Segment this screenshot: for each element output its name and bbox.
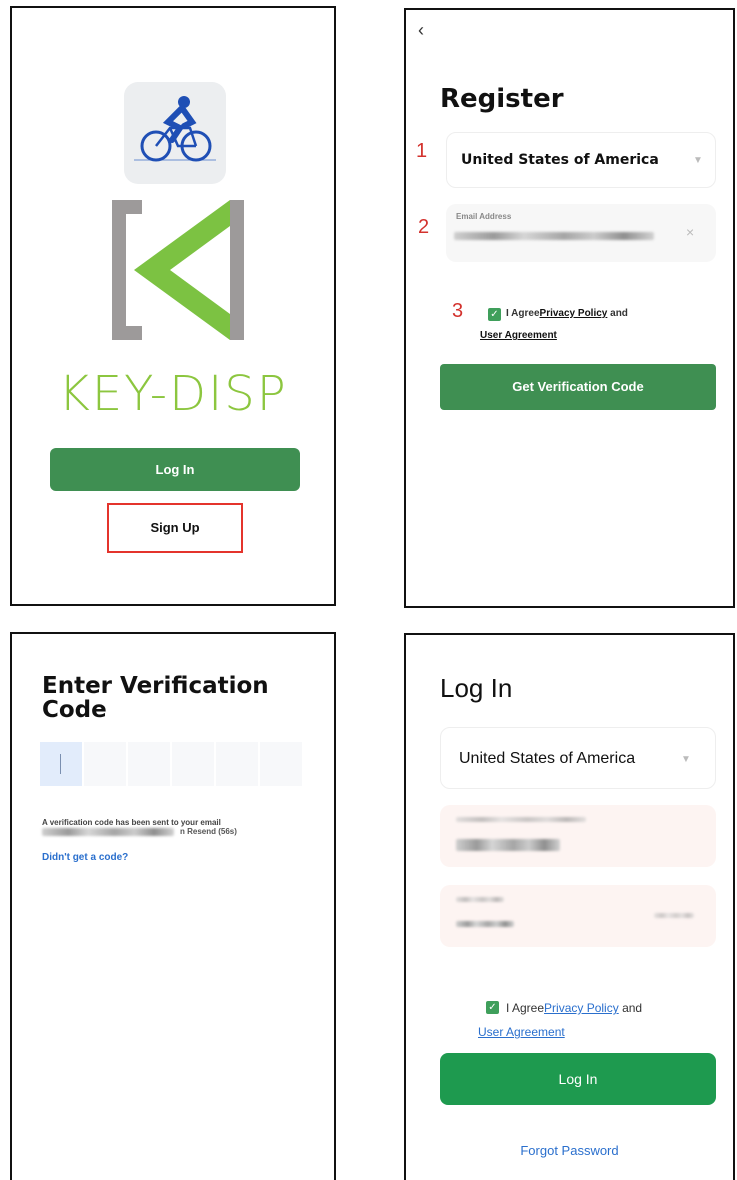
email-label: Email Address	[456, 212, 512, 221]
country-select[interactable]: United States of America ▼	[440, 727, 716, 789]
code-digit-box[interactable]	[40, 742, 82, 786]
cyclist-icon	[134, 96, 216, 162]
privacy-policy-link[interactable]: Privacy Policy	[544, 1001, 619, 1015]
step-number-3: 3	[452, 300, 464, 322]
email-field[interactable]: Email Address ×	[446, 204, 716, 262]
get-verification-code-button[interactable]: Get Verification Code	[440, 364, 716, 410]
page-title: Enter Verification Code	[42, 673, 269, 723]
country-value: United States of America	[461, 152, 659, 168]
back-chevron-icon[interactable]: ‹	[418, 20, 424, 41]
and-text: and	[610, 308, 628, 319]
and-text: and	[622, 1001, 643, 1015]
user-agreement-link[interactable]: User Agreement	[478, 1025, 565, 1039]
redacted-email	[42, 828, 174, 836]
dropdown-caret-icon: ▼	[693, 155, 703, 166]
forgot-password-link[interactable]: Forgot Password	[406, 1143, 733, 1158]
didnt-get-code-link[interactable]: Didn't get a code?	[42, 852, 128, 863]
verification-screen: Enter Verification Code A verification c…	[10, 632, 336, 1180]
password-field[interactable]	[440, 885, 716, 947]
code-digit-box[interactable]	[84, 742, 126, 786]
brand-logo-icon	[112, 196, 248, 344]
clear-icon[interactable]: ×	[686, 224, 694, 240]
login-button[interactable]: Log In	[50, 448, 300, 491]
step-number-1: 1	[416, 140, 428, 162]
privacy-policy-link[interactable]: Privacy Policy	[540, 308, 608, 319]
app-icon	[124, 82, 226, 184]
page-title: Log In	[440, 673, 513, 703]
login-screen: Log In United States of America ▼ ✓ I Ag…	[404, 633, 735, 1180]
code-digit-box[interactable]	[128, 742, 170, 786]
redacted-account	[456, 839, 560, 851]
register-screen: ‹ Register 1 United States of America ▼ …	[404, 8, 735, 608]
welcome-screen: KEY-DISP Log In Sign Up	[10, 6, 336, 606]
login-button[interactable]: Log In	[440, 1053, 716, 1105]
sign-up-button[interactable]: Sign Up	[107, 503, 243, 553]
code-digit-box[interactable]	[260, 742, 302, 786]
step-number-2: 2	[418, 216, 430, 238]
redacted-password	[456, 921, 514, 927]
code-input[interactable]	[40, 742, 304, 786]
country-select[interactable]: United States of America ▼	[446, 132, 716, 188]
user-agreement-link[interactable]: User Agreement	[480, 330, 557, 341]
code-digit-box[interactable]	[172, 742, 214, 786]
dropdown-caret-icon: ▼	[681, 754, 691, 765]
agree-checkbox[interactable]: ✓	[486, 1001, 499, 1014]
agree-prefix: I Agree	[506, 1001, 545, 1015]
page-title: Register	[440, 84, 564, 114]
redacted-email	[454, 232, 654, 240]
agree-line: I AgreePrivacy Policy and	[506, 1001, 716, 1015]
resend-countdown[interactable]: n Resend (56s)	[180, 827, 237, 836]
code-digit-box[interactable]	[216, 742, 258, 786]
show-password-icon[interactable]	[654, 913, 694, 918]
agree-prefix: I Agree	[506, 308, 540, 319]
redacted-label	[456, 817, 586, 822]
text-cursor	[60, 754, 61, 774]
agree-line: I AgreePrivacy Policy and	[506, 308, 716, 319]
redacted-label	[456, 897, 504, 902]
code-sent-message: A verification code has been sent to you…	[42, 818, 221, 827]
country-value: United States of America	[459, 750, 636, 767]
agree-checkbox[interactable]: ✓	[488, 308, 501, 321]
brand-name: KEY-DISP	[58, 366, 288, 422]
account-field[interactable]	[440, 805, 716, 867]
